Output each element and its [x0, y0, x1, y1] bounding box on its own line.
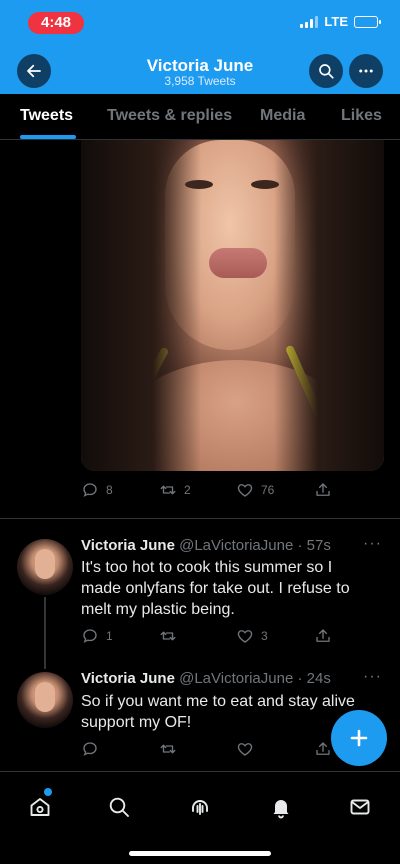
reply-icon	[83, 629, 97, 643]
share-action[interactable]	[314, 481, 332, 499]
tweet-photo[interactable]	[81, 140, 384, 471]
author-name[interactable]: Victoria June	[81, 670, 175, 687]
messages-icon	[350, 799, 370, 815]
nav-spaces[interactable]	[187, 794, 213, 820]
nav-home[interactable]	[27, 794, 53, 820]
divider	[0, 518, 400, 519]
search-icon	[319, 64, 334, 79]
avatar[interactable]	[17, 672, 73, 728]
share-action[interactable]	[314, 627, 332, 645]
like-count: 3	[261, 629, 268, 643]
network-label: LTE	[324, 14, 348, 29]
signal-icon	[300, 15, 319, 28]
retweet-icon	[160, 631, 176, 641]
tweet-time: · 57s	[297, 537, 331, 554]
tweet-header: Victoria June @LaVictoriaJune · 57s	[81, 537, 331, 554]
tweet-time: · 24s	[297, 670, 331, 687]
share-icon	[316, 629, 330, 642]
tab-tweets-and-replies[interactable]: Tweets & replies	[107, 107, 232, 125]
like-icon	[237, 484, 253, 497]
author-handle[interactable]: @LaVictoriaJune	[179, 537, 293, 554]
tab-tweets[interactable]: Tweets	[20, 107, 73, 125]
profile-header: 4:48 LTE Victoria June 3,958 Tweets	[0, 0, 400, 94]
share-icon	[316, 742, 330, 755]
share-action[interactable]	[314, 740, 332, 758]
retweet-icon	[160, 744, 176, 754]
avatar[interactable]	[17, 539, 73, 595]
compose-tweet-button[interactable]	[331, 710, 387, 766]
tweet-text: It's too hot to cook this summer so I ma…	[81, 559, 350, 618]
tab-media[interactable]: Media	[260, 107, 305, 125]
reply-icon	[83, 742, 97, 756]
like-icon	[237, 630, 253, 643]
compose-icon	[350, 729, 368, 747]
reply-icon	[83, 483, 97, 497]
reply-count: 1	[106, 629, 113, 643]
retweet-action[interactable]	[159, 627, 184, 645]
home-icon	[30, 798, 50, 816]
author-name[interactable]: Victoria June	[81, 537, 175, 554]
notification-dot	[44, 788, 52, 796]
author-handle[interactable]: @LaVictoriaJune	[179, 670, 293, 687]
search-button[interactable]	[309, 54, 343, 88]
reply-action[interactable]: 1	[81, 627, 113, 645]
retweet-action[interactable]: 2	[159, 481, 191, 499]
reply-count: 8	[106, 483, 113, 497]
tweet-actions: 1 3	[81, 627, 381, 647]
notifications-icon	[273, 800, 289, 819]
like-count: 76	[261, 483, 275, 497]
status-time: 4:48	[28, 12, 84, 34]
like-action[interactable]	[236, 740, 261, 758]
reply-action[interactable]: 8	[81, 481, 113, 499]
nav-messages[interactable]	[347, 794, 373, 820]
explore-icon	[109, 797, 129, 817]
retweet-count: 2	[184, 483, 191, 497]
retweet-icon	[160, 485, 176, 495]
nav-notifications[interactable]	[268, 794, 294, 820]
more-icon	[359, 69, 373, 73]
tweet-header: Victoria June @LaVictoriaJune · 24s	[81, 670, 331, 687]
retweet-action[interactable]	[159, 740, 184, 758]
active-tab-indicator	[20, 135, 76, 139]
tweet-more-button[interactable]: ···	[363, 535, 382, 553]
status-indicators: LTE	[300, 14, 381, 29]
nav-explore[interactable]	[106, 794, 132, 820]
like-icon	[237, 743, 253, 756]
share-icon	[316, 483, 330, 496]
tweet-actions: 8 2 76	[81, 481, 381, 501]
like-action[interactable]: 3	[236, 627, 268, 645]
tab-likes[interactable]: Likes	[341, 107, 382, 125]
battery-icon	[354, 15, 381, 28]
like-action[interactable]: 76	[236, 481, 274, 499]
profile-tabs: Tweets Tweets & replies Media Likes	[0, 94, 400, 140]
more-button[interactable]	[349, 54, 383, 88]
spaces-icon	[192, 800, 208, 815]
thread-line	[44, 597, 46, 669]
tweet-more-button[interactable]: ···	[363, 668, 382, 686]
reply-action[interactable]	[81, 740, 106, 758]
tweet-text: So if you want me to eat and stay alive …	[81, 693, 355, 731]
home-indicator[interactable]	[129, 851, 271, 856]
